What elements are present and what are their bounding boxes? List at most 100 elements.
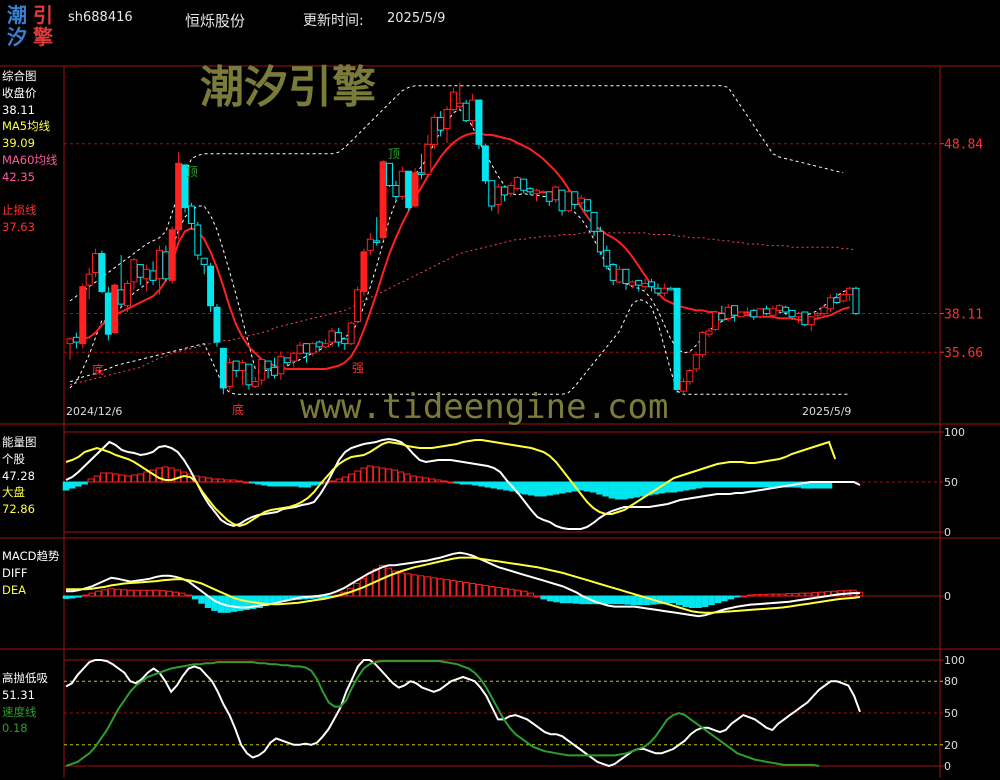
histogram-bar	[248, 481, 256, 484]
histogram-bar	[747, 594, 754, 597]
candle-body	[315, 341, 323, 348]
candle-body	[801, 311, 809, 326]
histogram-bar	[166, 590, 173, 597]
histogram-bar	[112, 473, 119, 483]
histogram-bar	[385, 468, 392, 483]
candle-body	[596, 230, 604, 253]
histogram-bar	[185, 594, 192, 597]
right-axis-tick-label: 50	[944, 707, 958, 720]
histogram-bar	[366, 465, 374, 483]
histogram-bar	[292, 481, 299, 487]
histogram-bar	[450, 580, 457, 597]
candle-body	[686, 370, 694, 383]
histogram-bar	[242, 481, 250, 484]
histogram-bar	[617, 595, 625, 605]
histogram-bar	[572, 595, 580, 604]
histogram-bar	[689, 481, 696, 490]
histogram-bar	[614, 481, 622, 500]
histogram-bar	[236, 480, 243, 483]
candle-body	[386, 162, 394, 186]
histogram-bar	[372, 466, 380, 483]
candle-body	[481, 145, 489, 182]
histogram-bar	[335, 478, 343, 483]
candle-body	[648, 281, 656, 288]
histogram-bar	[404, 573, 412, 597]
logo-char-2: 引	[33, 3, 53, 27]
histogram-bar	[769, 481, 777, 488]
candle-body	[552, 186, 560, 201]
histogram-bar	[533, 595, 541, 598]
candle-body	[245, 363, 253, 386]
histogram-bar	[360, 467, 367, 483]
candle-body	[405, 170, 413, 209]
histogram-bar	[267, 481, 274, 487]
histogram-bar	[174, 469, 181, 483]
right-axis-tick-label: 20	[944, 739, 958, 752]
histogram-bar	[453, 481, 461, 484]
candle-body	[794, 313, 802, 318]
histogram-bar	[602, 481, 609, 497]
candle-body	[124, 283, 132, 307]
candle-body	[577, 197, 585, 204]
macd-legend-label: DEA	[2, 582, 26, 597]
histogram-bar	[676, 481, 684, 492]
candle-body	[513, 177, 521, 190]
histogram-bar	[478, 481, 485, 487]
histogram-bar	[107, 588, 115, 597]
right-axis-tick-label: 100	[944, 654, 965, 667]
candle-body	[820, 306, 828, 315]
histogram-bar	[172, 591, 179, 597]
right-axis-tick-label: 38.11	[944, 307, 983, 322]
candle-body	[456, 102, 464, 107]
histogram-bar	[566, 595, 573, 604]
osc-legend-label: 51.31	[2, 687, 35, 702]
candle-body	[309, 343, 317, 354]
candle-body	[558, 189, 566, 212]
histogram-bar	[159, 590, 167, 597]
candle-body	[424, 143, 432, 175]
histogram-bar	[565, 481, 572, 493]
energy-legend-label: 47.28	[2, 468, 35, 483]
energy-panel: 100 50 0	[62, 426, 965, 539]
histogram-bar	[118, 474, 126, 483]
histogram-bar	[669, 595, 677, 604]
histogram-bar	[465, 481, 473, 485]
histogram-bar	[757, 481, 764, 488]
right-axis-tick-label: 35.66	[944, 346, 983, 361]
histogram-bar	[261, 481, 268, 486]
histogram-bar	[534, 481, 541, 497]
candle-body	[322, 343, 330, 348]
histogram-bar	[707, 481, 715, 488]
candle-body	[571, 191, 579, 205]
energy-legend-label: 个股	[2, 451, 25, 466]
watermark-url: www.tideengine.com	[300, 387, 668, 427]
histogram-bar	[521, 481, 529, 495]
series-line-2	[69, 232, 857, 386]
candle-body	[622, 268, 630, 285]
candle-body	[341, 338, 349, 345]
main-legend-label: 收盘价	[2, 85, 37, 100]
right-axis-tick-label: 48.84	[944, 138, 983, 153]
candle-body	[667, 287, 675, 291]
histogram-bar	[230, 479, 237, 483]
candle-body	[475, 99, 483, 145]
right-axis-tick-label: 50	[944, 476, 958, 489]
histogram-bar	[447, 481, 454, 484]
histogram-bar	[726, 481, 733, 488]
histogram-bar	[627, 481, 634, 499]
macd-legend-label: DIFF	[2, 565, 28, 580]
histogram-bar	[720, 481, 727, 488]
candle-body	[200, 257, 208, 266]
histogram-bar	[269, 595, 276, 604]
candle-body	[72, 336, 80, 343]
histogram-bar	[397, 471, 405, 483]
candle-body	[711, 311, 719, 330]
candle-body	[130, 259, 138, 283]
brand-logo: 潮引 汐擎	[4, 4, 60, 56]
histogram-bar	[398, 572, 405, 597]
candle-body	[660, 287, 668, 294]
candle-body	[104, 292, 112, 335]
main-legend-label: MA5均线	[2, 119, 51, 134]
candle-body	[213, 306, 221, 343]
histogram-bar	[495, 586, 502, 597]
